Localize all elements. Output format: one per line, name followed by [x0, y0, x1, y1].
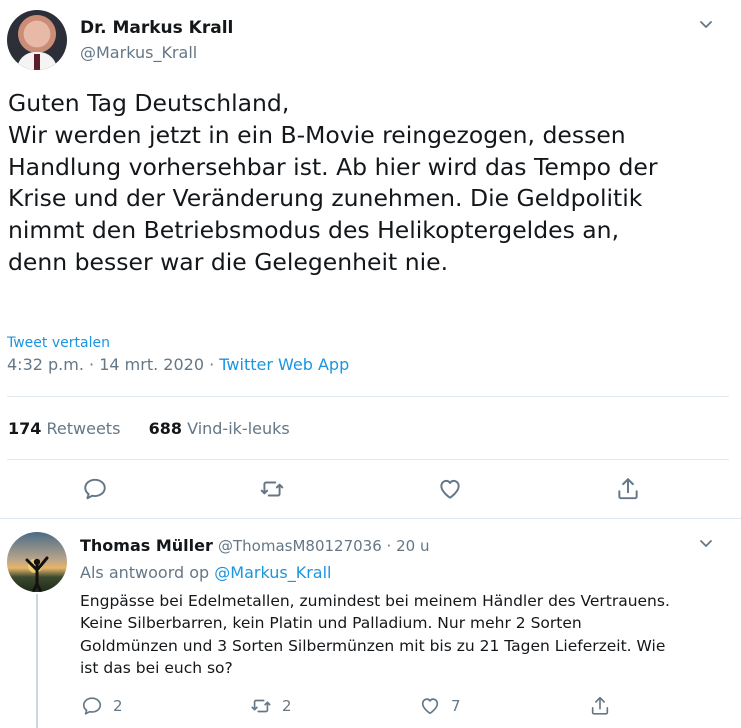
retweet-label: Retweets [46, 419, 121, 438]
heart-icon [440, 479, 460, 499]
reply-author-name[interactable]: Thomas Müller [80, 536, 213, 555]
retweet-button[interactable] [259, 476, 285, 506]
retweet-stat[interactable]: 174 Retweets [8, 419, 120, 438]
reply-text-line: Engpässe bei Edelmetallen, zumindest bei… [80, 592, 670, 610]
meta-separator: · [209, 355, 215, 374]
tweet-text-line: nimmt den Betriebsmodus des Helikopterge… [8, 216, 620, 245]
reply-icon [82, 697, 102, 715]
tweet-text-line: Guten Tag Deutschland, [8, 89, 290, 117]
replying-to-label: Als antwoord op [80, 563, 210, 582]
reply-text: Engpässe bei Edelmetallen, zumindest bei… [80, 590, 730, 679]
reply-author-handle[interactable]: @ThomasM80127036 [218, 537, 382, 555]
tweet-date[interactable]: 14 mrt. 2020 [99, 355, 204, 374]
like-stat[interactable]: 688 Vind-ik-leuks [149, 419, 290, 438]
retweet-icon [251, 699, 271, 713]
like-label: Vind-ik-leuks [187, 419, 290, 438]
avatar-silhouette [25, 556, 49, 592]
share-icon [591, 696, 609, 715]
meta-separator: · [89, 355, 95, 374]
reply-like-button[interactable]: 7 [419, 695, 461, 717]
divider [0, 518, 741, 519]
reply-reply-button[interactable]: 2 [81, 695, 123, 717]
retweet-count: 174 [8, 419, 42, 438]
tweet-text: Guten Tag Deutschland, Wir werden jetzt … [8, 88, 733, 279]
author-handle[interactable]: @Markus_Krall [80, 43, 197, 62]
reply-icon [84, 478, 106, 500]
retweet-icon [260, 481, 284, 497]
avatar-tie [34, 54, 40, 70]
reply-reply-count: 2 [113, 697, 123, 715]
reply-text-line: Keine Silberbarren, kein Platin und Pall… [80, 614, 582, 633]
author-avatar[interactable] [7, 10, 67, 70]
tweet-stats: 174 Retweets 688 Vind-ik-leuks [8, 419, 290, 438]
meta-separator: · [386, 537, 392, 555]
thread-line [36, 594, 38, 728]
share-icon [618, 478, 638, 500]
heart-icon [421, 698, 439, 715]
divider [7, 396, 729, 397]
reply-retweet-count: 2 [282, 697, 292, 715]
author-name[interactable]: Dr. Markus Krall [80, 18, 233, 38]
divider [7, 459, 729, 460]
tweet-text-line: Handlung vorhersehbar ist. Ab hier wird … [8, 152, 658, 181]
reply-age[interactable]: 20 u [396, 537, 429, 555]
like-button[interactable] [437, 476, 463, 506]
tweet-text-line: denn besser war die Gelegenheit nie. [8, 247, 449, 276]
reply-share-button[interactable] [589, 695, 611, 717]
tweet-time[interactable]: 4:32 p.m. [7, 355, 84, 374]
replying-to: Als antwoord op @Markus_Krall [80, 563, 331, 582]
reply-retweet-button[interactable]: 2 [250, 695, 292, 717]
chevron-down-icon[interactable] [698, 535, 714, 555]
reply-text-line: ist das bei euch so? [80, 658, 233, 677]
reply-like-count: 7 [451, 697, 461, 715]
reply-button[interactable] [82, 476, 108, 506]
tweet-text-line: Wir werden jetzt in ein B-Movie reingezo… [8, 120, 626, 149]
replying-to-handle[interactable]: @Markus_Krall [214, 563, 331, 582]
like-count: 688 [148, 419, 182, 438]
reply-author-avatar[interactable] [7, 532, 67, 592]
reply-meta: @ThomasM80127036 · 20 u [218, 537, 429, 555]
chevron-down-icon[interactable] [698, 16, 714, 36]
tweet-text-line: Krise und der Veränderung zunehmen. Die … [8, 184, 643, 213]
tweet-source-link[interactable]: Twitter Web App [219, 355, 349, 374]
tweet-meta: 4:32 p.m. · 14 mrt. 2020 · Twitter Web A… [7, 355, 349, 374]
reply-text-line: Goldmünzen und 3 Sorten Silbermünzen mit… [80, 636, 666, 655]
share-button[interactable] [615, 476, 641, 506]
translate-tweet-link[interactable]: Tweet vertalen [7, 335, 110, 351]
